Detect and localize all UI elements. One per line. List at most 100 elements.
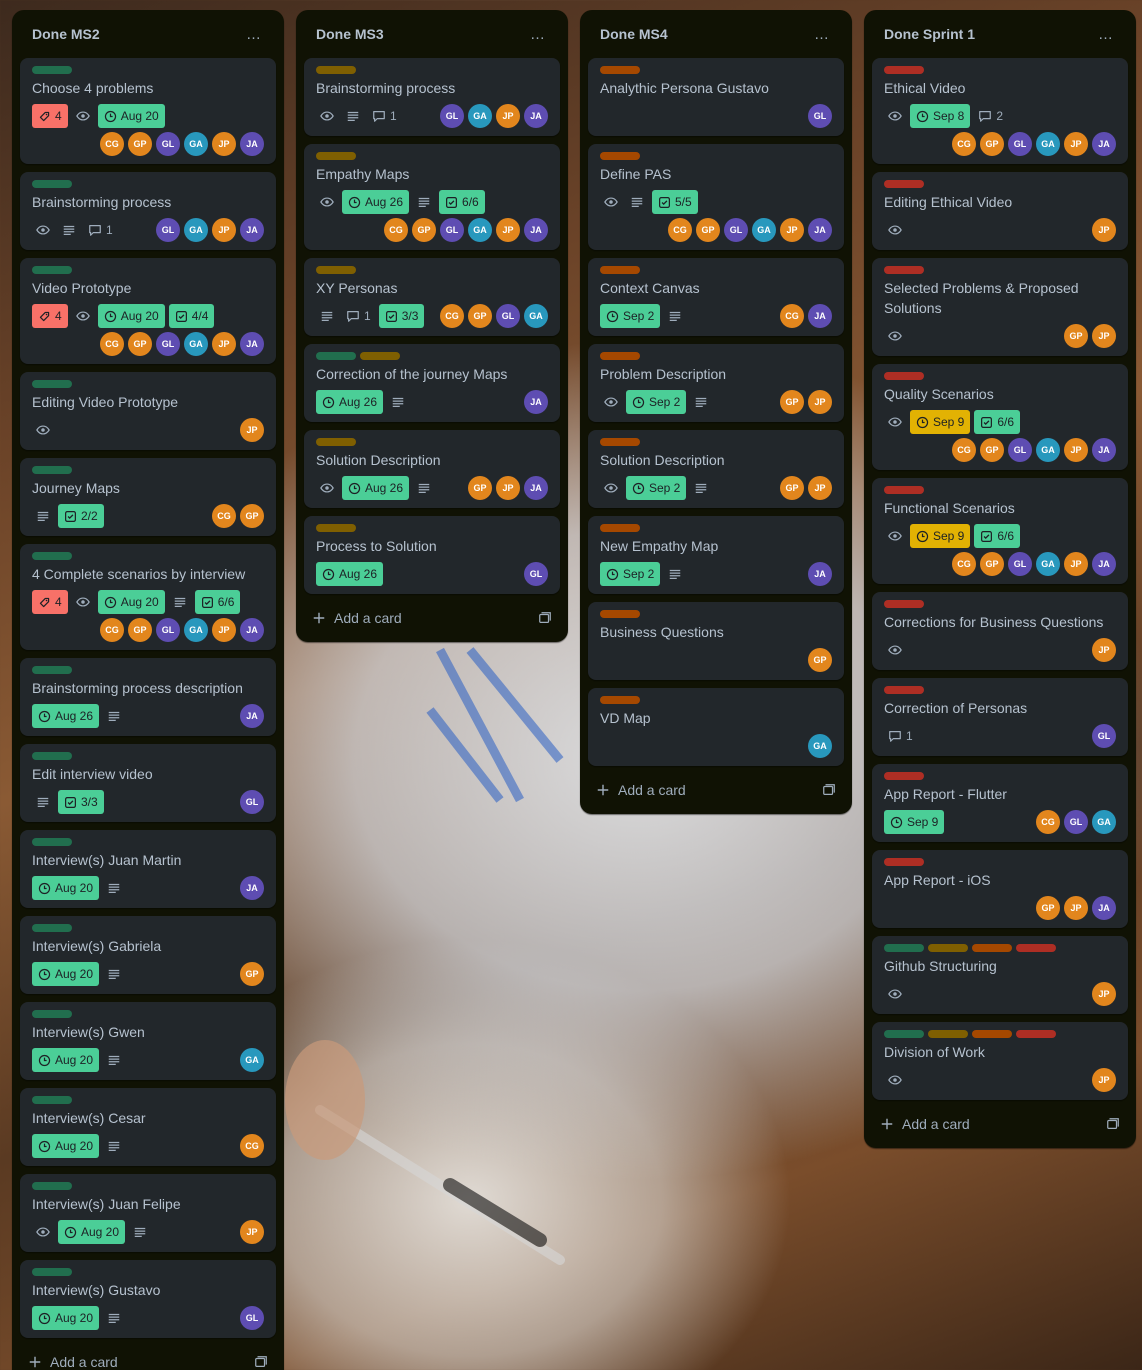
member-avatar[interactable]: JP (1092, 1068, 1116, 1092)
label-red[interactable] (884, 600, 924, 608)
member-avatar[interactable]: GL (1008, 552, 1032, 576)
member-avatar[interactable]: JA (240, 132, 264, 156)
card[interactable]: Brainstorming process 1 GL GA JP JA (20, 172, 276, 250)
member-avatar[interactable]: GP (696, 218, 720, 242)
member-avatar[interactable]: GL (524, 562, 548, 586)
member-avatar[interactable]: CG (668, 218, 692, 242)
create-from-template-icon[interactable] (538, 611, 552, 625)
member-avatar[interactable]: GL (240, 1306, 264, 1330)
member-avatar[interactable]: JP (808, 390, 832, 414)
label-red[interactable] (1016, 1030, 1056, 1038)
card[interactable]: Context Canvas Sep 2 CG JA (588, 258, 844, 336)
member-avatar[interactable]: JP (496, 476, 520, 500)
member-avatar[interactable]: CG (100, 132, 124, 156)
label-green[interactable] (32, 66, 72, 74)
card[interactable]: Business Questions GP (588, 602, 844, 680)
create-from-template-icon[interactable] (822, 783, 836, 797)
member-avatar[interactable]: GL (440, 218, 464, 242)
member-avatar[interactable]: GP (980, 438, 1004, 462)
due-date-badge[interactable]: Sep 8 (910, 104, 971, 128)
member-avatar[interactable]: JP (1064, 438, 1088, 462)
label-dark_green[interactable] (884, 1030, 924, 1038)
add-card-button[interactable]: Add a card (304, 602, 560, 634)
label-red[interactable] (1016, 944, 1056, 952)
label-brown[interactable] (600, 610, 640, 618)
label-brown[interactable] (972, 944, 1012, 952)
label-green[interactable] (32, 1268, 72, 1276)
card[interactable]: Editing Ethical Video JP (872, 172, 1128, 250)
member-avatar[interactable]: GP (468, 476, 492, 500)
member-avatar[interactable]: GP (780, 476, 804, 500)
label-red[interactable] (884, 266, 924, 274)
label-green[interactable] (32, 752, 72, 760)
member-avatar[interactable]: CG (780, 304, 804, 328)
list-menu-icon[interactable]: … (244, 26, 264, 43)
member-avatar[interactable]: JP (1092, 324, 1116, 348)
card[interactable]: Interview(s) Gabriela Aug 20 GP (20, 916, 276, 994)
card[interactable]: Video Prototype 4 Aug 20 4/4 CG GP GL GA JP JA (20, 258, 276, 364)
list-title[interactable]: Done MS2 (32, 26, 100, 42)
label-red[interactable] (884, 372, 924, 380)
member-avatar[interactable]: GP (128, 132, 152, 156)
label-green[interactable] (32, 1096, 72, 1104)
due-date-badge[interactable]: Aug 26 (316, 562, 384, 586)
due-date-badge[interactable]: Aug 20 (97, 304, 165, 328)
member-avatar[interactable]: CG (212, 504, 236, 528)
member-avatar[interactable]: GA (468, 104, 492, 128)
due-date-badge[interactable]: Aug 20 (32, 1048, 100, 1072)
list-menu-icon[interactable]: … (528, 26, 548, 43)
member-avatar[interactable]: JP (212, 618, 236, 642)
member-avatar[interactable]: GL (1092, 724, 1116, 748)
member-avatar[interactable]: CG (100, 332, 124, 356)
member-avatar[interactable]: GA (1092, 810, 1116, 834)
member-avatar[interactable]: JA (1092, 896, 1116, 920)
label-green[interactable] (32, 924, 72, 932)
card[interactable]: Problem Description Sep 2 GP JP (588, 344, 844, 422)
member-avatar[interactable]: GP (780, 390, 804, 414)
label-green[interactable] (32, 552, 72, 560)
member-avatar[interactable]: GL (808, 104, 832, 128)
member-avatar[interactable]: GL (440, 104, 464, 128)
due-date-badge[interactable]: Aug 20 (32, 1134, 100, 1158)
member-avatar[interactable]: JP (1064, 132, 1088, 156)
label-green[interactable] (32, 380, 72, 388)
card[interactable]: Ethical Video Sep 8 2 CG GP GL GA JP JA (872, 58, 1128, 164)
member-avatar[interactable]: GA (184, 132, 208, 156)
member-avatar[interactable]: JP (496, 104, 520, 128)
card[interactable]: Interview(s) Gustavo Aug 20 GL (20, 1260, 276, 1338)
member-avatar[interactable]: CG (100, 618, 124, 642)
member-avatar[interactable]: GL (724, 218, 748, 242)
label-green[interactable] (32, 1182, 72, 1190)
member-avatar[interactable]: JP (212, 132, 236, 156)
member-avatar[interactable]: JA (240, 618, 264, 642)
member-avatar[interactable]: JA (524, 476, 548, 500)
member-avatar[interactable]: JA (808, 304, 832, 328)
label-brown[interactable] (600, 266, 640, 274)
member-avatar[interactable]: GA (1036, 552, 1060, 576)
card[interactable]: Brainstorming process 1 GL GA JP JA (304, 58, 560, 136)
member-avatar[interactable]: JA (808, 218, 832, 242)
member-avatar[interactable]: JA (1092, 438, 1116, 462)
member-avatar[interactable]: GP (468, 304, 492, 328)
label-red[interactable] (884, 66, 924, 74)
due-date-badge[interactable]: Aug 20 (97, 104, 165, 128)
due-date-badge[interactable]: Aug 26 (316, 390, 384, 414)
label-brown[interactable] (600, 438, 640, 446)
member-avatar[interactable]: CG (440, 304, 464, 328)
card[interactable]: Selected Problems & Proposed Solutions GP… (872, 258, 1128, 356)
due-date-badge[interactable]: Aug 26 (342, 190, 410, 214)
member-avatar[interactable]: JA (808, 562, 832, 586)
label-brown[interactable] (600, 66, 640, 74)
card[interactable]: Choose 4 problems 4 Aug 20 CG GP GL GA JP JA (20, 58, 276, 164)
member-avatar[interactable]: GA (184, 332, 208, 356)
member-avatar[interactable]: GA (1036, 132, 1060, 156)
member-avatar[interactable]: CG (952, 552, 976, 576)
label-red[interactable] (884, 772, 924, 780)
card[interactable]: Define PAS 5/5 CG GP GL GA JP JA (588, 144, 844, 250)
member-avatar[interactable]: GL (496, 304, 520, 328)
label-olive[interactable] (316, 152, 356, 160)
due-date-badge[interactable]: Aug 26 (342, 476, 410, 500)
card[interactable]: Division of Work JP (872, 1022, 1128, 1100)
member-avatar[interactable]: JP (240, 418, 264, 442)
card[interactable]: App Report - iOS GP JP JA (872, 850, 1128, 928)
